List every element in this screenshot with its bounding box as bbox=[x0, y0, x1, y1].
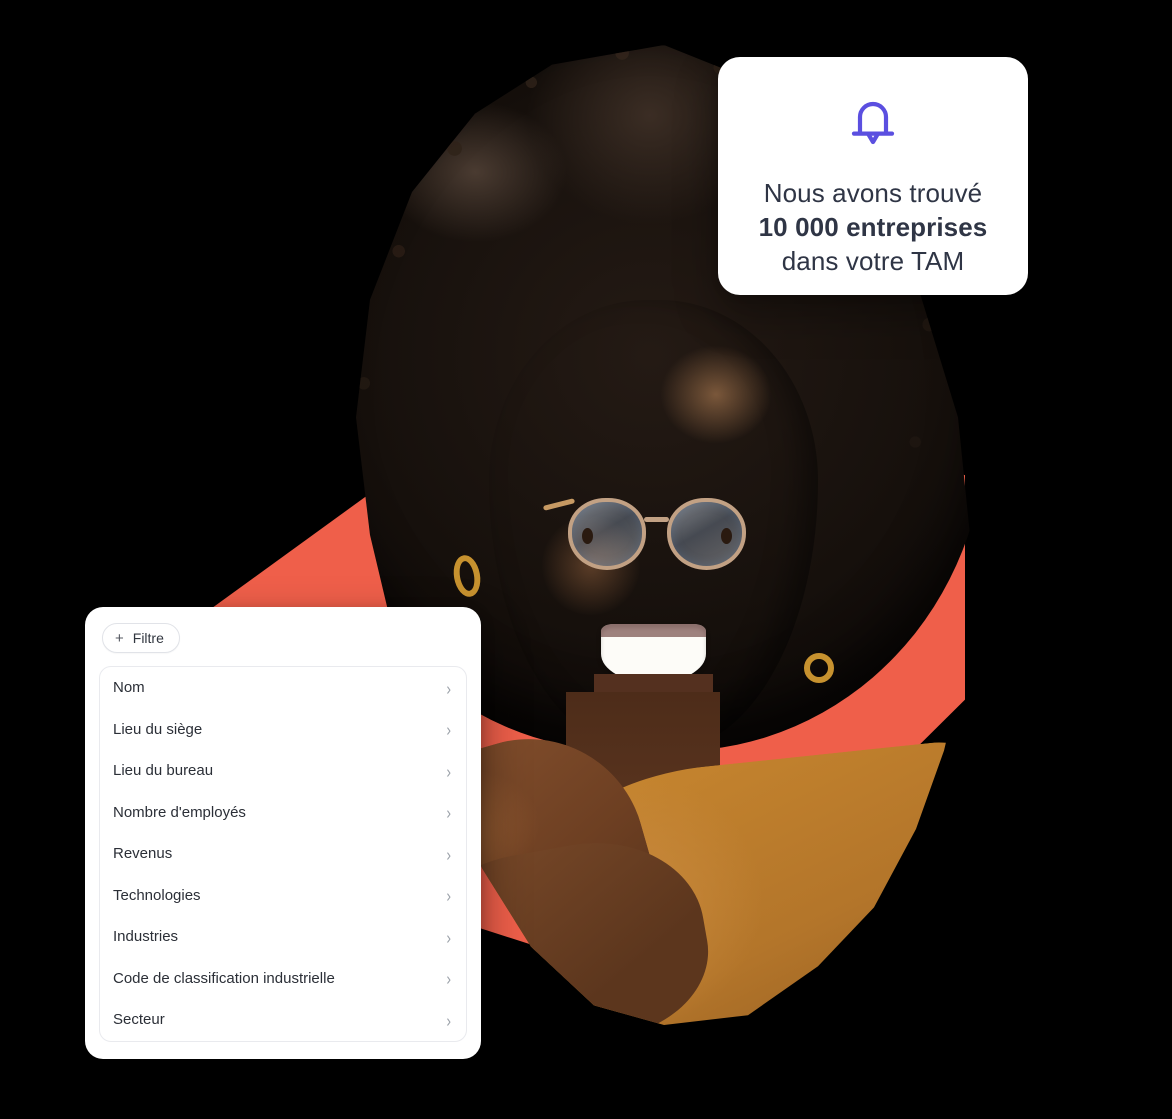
eye-left bbox=[581, 527, 593, 545]
bell-icon bbox=[847, 99, 899, 154]
glasses-temple-arm bbox=[542, 498, 576, 512]
filter-row-label: Secteur bbox=[113, 1011, 165, 1029]
chevron-right-icon: › bbox=[446, 926, 451, 947]
filter-row[interactable]: Technologies › bbox=[100, 875, 466, 917]
filter-panel: + Filtre Nom › Lieu du siège › Lieu du burea… bbox=[85, 607, 481, 1059]
filter-row[interactable]: Revenus › bbox=[100, 833, 466, 875]
filter-row-label: Technologies bbox=[113, 886, 201, 904]
add-filter-button[interactable]: + Filtre bbox=[102, 623, 180, 653]
glasses-lens-left bbox=[567, 498, 647, 571]
forehead-highlight bbox=[660, 344, 772, 445]
chevron-right-icon: › bbox=[446, 1009, 451, 1030]
eyeglasses bbox=[542, 498, 746, 571]
filter-row-label: Nombre d'employés bbox=[113, 803, 246, 821]
glasses-lens-right bbox=[667, 498, 746, 571]
filter-row[interactable]: Secteur › bbox=[100, 999, 466, 1041]
filter-field-list: Nom › Lieu du siège › Lieu du bureau › Nombre … bbox=[99, 666, 467, 1042]
filter-row[interactable]: Nombre d'employés › bbox=[100, 792, 466, 834]
notification-line-1: Nous avons trouvé bbox=[763, 178, 983, 208]
notification-line-3: dans votre TAM bbox=[781, 246, 965, 276]
chevron-right-icon: › bbox=[446, 885, 451, 906]
chevron-right-icon: › bbox=[446, 760, 451, 781]
chevron-right-icon: › bbox=[446, 968, 451, 989]
filter-row-label: Revenus bbox=[113, 845, 173, 863]
filter-row[interactable]: Industries › bbox=[100, 916, 466, 958]
filter-row-label: Lieu du bureau bbox=[113, 762, 214, 780]
glasses-bridge bbox=[644, 516, 670, 522]
filter-row[interactable]: Lieu du siège › bbox=[100, 709, 466, 751]
filter-row-label: Code de classification industrielle bbox=[113, 969, 335, 987]
filter-row-label: Lieu du siège bbox=[113, 720, 203, 738]
chevron-right-icon: › bbox=[446, 843, 451, 864]
filter-row[interactable]: Nom › bbox=[100, 667, 466, 709]
filter-row[interactable]: Code de classification industrielle › bbox=[100, 958, 466, 1000]
add-filter-label: Filtre bbox=[132, 630, 164, 646]
earring-right bbox=[804, 652, 834, 683]
eye-right bbox=[720, 527, 732, 545]
page-root: Nous avons trouvé 10 000 entreprises dan… bbox=[0, 0, 1172, 1119]
filter-row-label: Nom bbox=[113, 679, 145, 697]
filter-row[interactable]: Lieu du bureau › bbox=[100, 750, 466, 792]
notification-count: 10 000 entreprises bbox=[758, 212, 988, 242]
plus-icon: + bbox=[115, 629, 124, 647]
chevron-right-icon: › bbox=[446, 802, 451, 823]
filter-row-label: Industries bbox=[113, 928, 179, 946]
chevron-right-icon: › bbox=[446, 719, 451, 740]
notification-card: Nous avons trouvé 10 000 entreprises dan… bbox=[718, 57, 1028, 295]
chevron-right-icon: › bbox=[446, 677, 451, 698]
